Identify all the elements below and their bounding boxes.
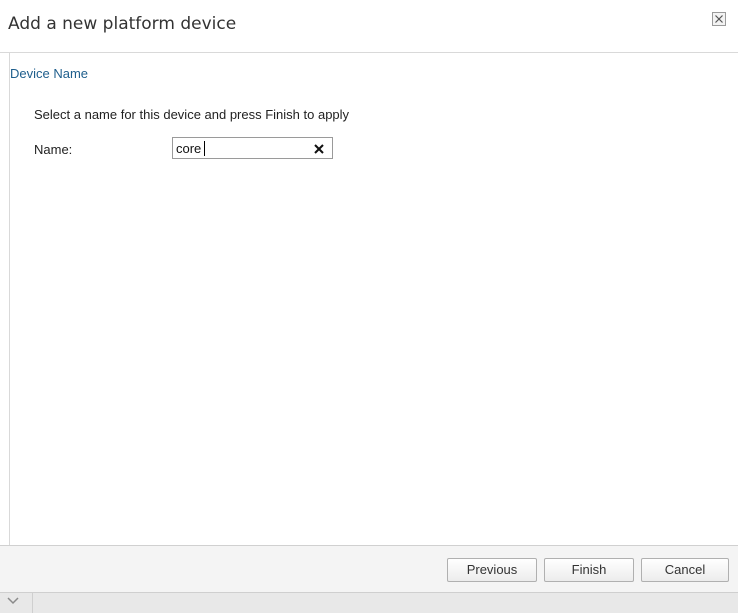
name-label: Name: <box>34 142 73 157</box>
clear-button[interactable] <box>313 142 325 154</box>
close-button[interactable] <box>712 12 726 26</box>
name-input[interactable] <box>176 139 304 157</box>
section-title: Device Name <box>10 66 89 81</box>
chevron-down-icon <box>7 597 19 605</box>
finish-button[interactable]: Finish <box>544 558 634 582</box>
bottom-strip <box>0 592 738 613</box>
instructions-text: Select a name for this device and press … <box>34 107 350 122</box>
dialog-titlebar: Add a new platform device <box>0 0 738 53</box>
dialog-content: Device Name Select a name for this devic… <box>9 53 738 545</box>
dialog-title: Add a new platform device <box>8 14 237 34</box>
add-device-dialog: Add a new platform device Device Name Se… <box>0 0 738 613</box>
previous-button[interactable]: Previous <box>447 558 537 582</box>
dialog-footer: Previous Finish Cancel <box>0 545 738 593</box>
clear-x-icon <box>314 144 324 154</box>
name-field[interactable] <box>172 137 333 159</box>
close-icon <box>715 15 723 23</box>
collapse-toggle[interactable] <box>0 593 33 613</box>
cancel-button[interactable]: Cancel <box>641 558 729 582</box>
text-cursor <box>204 141 205 156</box>
